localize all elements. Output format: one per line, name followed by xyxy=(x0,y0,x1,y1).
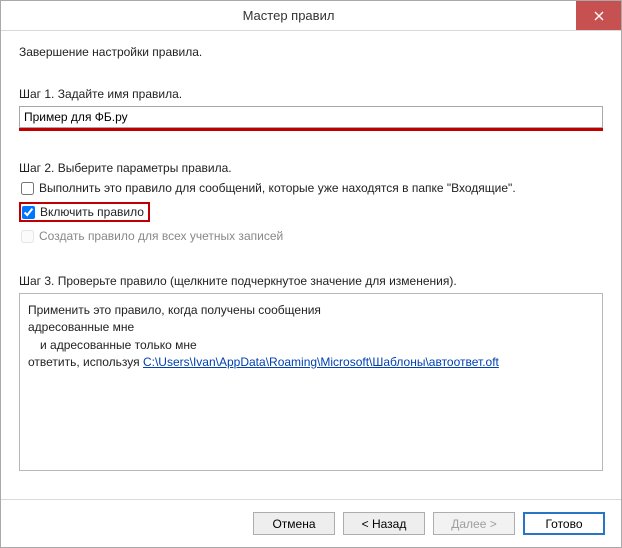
preview-line-3: и адресованные только мне xyxy=(28,337,594,354)
next-button: Далее > xyxy=(433,512,515,535)
preview-line-4-prefix: ответить, используя xyxy=(28,355,143,369)
step2-section: Шаг 2. Выберите параметры правила. Выпол… xyxy=(19,161,603,244)
close-button[interactable] xyxy=(576,1,621,30)
back-button[interactable]: < Назад xyxy=(343,512,425,535)
finish-button[interactable]: Готово xyxy=(523,512,605,535)
intro-text: Завершение настройки правила. xyxy=(19,45,603,59)
button-bar: Отмена < Назад Далее > Готово xyxy=(1,499,621,547)
step3-section: Шаг 3. Проверьте правило (щелкните подче… xyxy=(19,274,603,471)
step1-label: Шаг 1. Задайте имя правила. xyxy=(19,87,603,101)
option-run-on-inbox-checkbox[interactable] xyxy=(21,182,34,195)
step3-label: Шаг 3. Проверьте правило (щелкните подче… xyxy=(19,274,603,288)
content-area: Завершение настройки правила. Шаг 1. Зад… xyxy=(1,31,621,499)
option-enable-rule-checkbox[interactable] xyxy=(22,206,35,219)
option-enable-rule[interactable]: Включить правило xyxy=(19,202,150,222)
option-all-accounts-checkbox xyxy=(21,230,34,243)
option-enable-rule-label: Включить правило xyxy=(40,205,144,219)
option-run-on-inbox-label: Выполнить это правило для сообщений, кот… xyxy=(39,181,516,195)
close-icon xyxy=(594,11,604,21)
option-all-accounts: Создать правило для всех учетных записей xyxy=(19,228,603,244)
window-title: Мастер правил xyxy=(1,8,576,23)
titlebar: Мастер правил xyxy=(1,1,621,31)
preview-line-2: адресованные мне xyxy=(28,319,594,336)
rule-name-underline xyxy=(19,106,603,131)
step2-label: Шаг 2. Выберите параметры правила. xyxy=(19,161,603,175)
template-path-link[interactable]: C:\Users\Ivan\AppData\Roaming\Microsoft\… xyxy=(143,355,499,369)
option-all-accounts-label: Создать правило для всех учетных записей xyxy=(39,229,283,243)
cancel-button[interactable]: Отмена xyxy=(253,512,335,535)
rules-wizard-window: Мастер правил Завершение настройки прави… xyxy=(0,0,622,548)
step1-section: Шаг 1. Задайте имя правила. xyxy=(19,87,603,131)
option-run-on-inbox[interactable]: Выполнить это правило для сообщений, кот… xyxy=(19,180,603,196)
preview-line-1: Применить это правило, когда получены со… xyxy=(28,302,594,319)
rule-name-input[interactable] xyxy=(19,106,603,128)
rule-preview-box: Применить это правило, когда получены со… xyxy=(19,293,603,471)
preview-line-4: ответить, используя C:\Users\Ivan\AppDat… xyxy=(28,354,594,371)
